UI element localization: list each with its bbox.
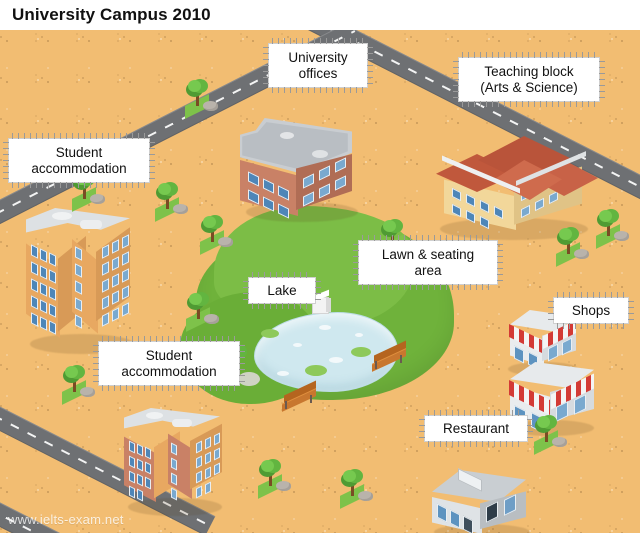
student-accommodation-tower-north: [16, 208, 140, 356]
lily-pad: [305, 365, 327, 376]
tree: [258, 459, 292, 499]
water-ripple: [319, 325, 331, 330]
tree: [155, 182, 189, 222]
lily-pad: [261, 329, 279, 338]
map-label-text: Lawn & seating area: [381, 246, 475, 278]
page-title: University Campus 2010: [12, 5, 211, 24]
lily-pad: [351, 347, 371, 357]
map-label-text: Teaching block (Arts & Science): [480, 63, 578, 95]
map-label-lawn-seating-area[interactable]: Lawn & seating area: [353, 235, 503, 290]
map-label-shops[interactable]: Shops: [548, 292, 634, 329]
tree: [556, 227, 590, 267]
campus-map-canvas: University offices Teaching block (Arts …: [0, 30, 640, 533]
water-ripple: [277, 371, 289, 376]
map-label-text: Student accommodation: [121, 347, 217, 379]
tree: [340, 469, 374, 509]
university-offices-building: [236, 118, 366, 224]
map-label-teaching-block[interactable]: Teaching block (Arts & Science): [453, 52, 605, 107]
map-label-text: University offices: [288, 49, 348, 81]
tree: [534, 415, 568, 455]
header-bar: University Campus 2010: [0, 0, 640, 30]
map-label-text: Student accommodation: [31, 144, 127, 176]
map-label-restaurant[interactable]: Restaurant: [419, 410, 533, 447]
restaurant-building: [424, 468, 540, 533]
map-label-lake[interactable]: Lake: [243, 272, 321, 309]
tree: [200, 215, 234, 255]
map-label-text: Restaurant: [442, 420, 510, 436]
map-label-university-offices[interactable]: University offices: [263, 38, 373, 93]
map-label-text: Shops: [571, 302, 611, 318]
water-ripple: [329, 357, 343, 363]
teaching-block-building: [426, 130, 598, 242]
park-bench: [282, 380, 318, 412]
park-bench: [372, 340, 408, 372]
tree: [185, 79, 219, 119]
student-accommodation-tower-south: [116, 408, 228, 516]
tree: [186, 292, 220, 332]
tree: [62, 365, 96, 405]
watermark: www.ielts-exam.net: [8, 512, 124, 527]
water-ripple: [355, 333, 363, 337]
map-label-text: Lake: [267, 282, 297, 298]
water-ripple: [293, 343, 302, 347]
map-label-student-accommodation-north[interactable]: Student accommodation: [3, 133, 155, 188]
campus-map-page: University Campus 2010 University office…: [0, 0, 640, 533]
map-label-student-accommodation-south[interactable]: Student accommodation: [93, 336, 245, 391]
tree: [596, 209, 630, 249]
